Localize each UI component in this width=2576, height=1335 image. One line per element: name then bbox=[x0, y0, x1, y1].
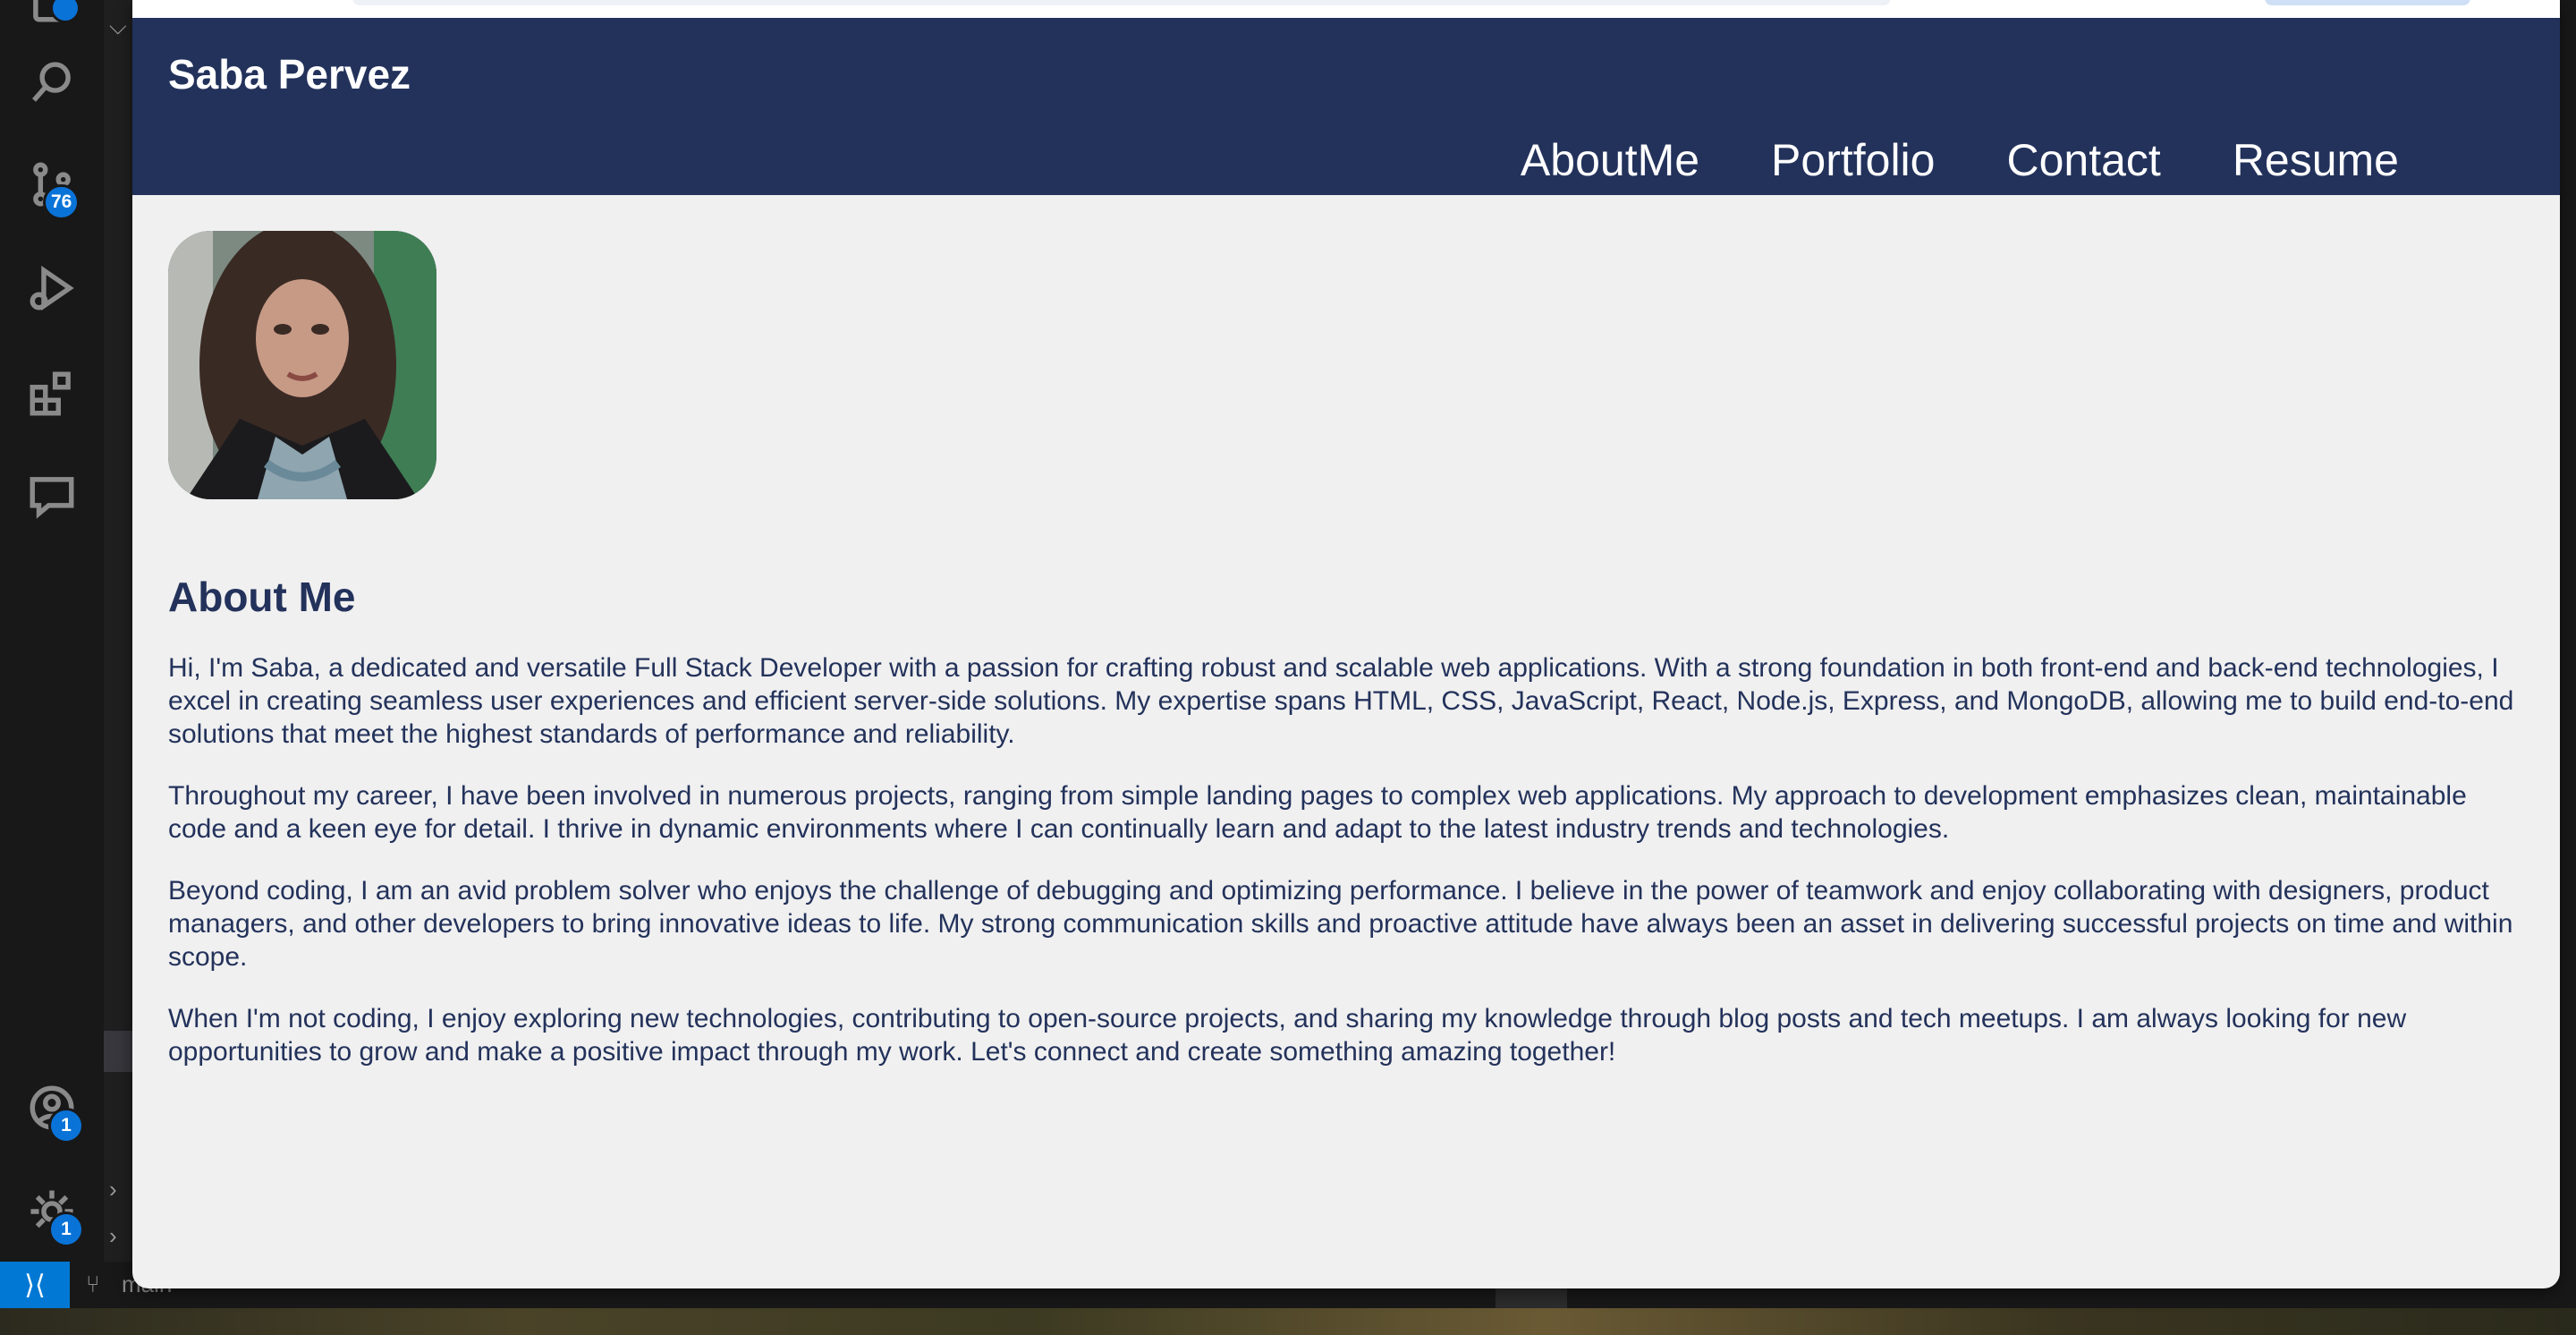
site-nav: AboutMe Portfolio Contact Resume bbox=[1521, 134, 2399, 186]
browser-toolbar bbox=[132, 0, 2560, 18]
about-heading: About Me bbox=[168, 574, 356, 620]
about-paragraph-2: Throughout my career, I have been involv… bbox=[168, 781, 2467, 844]
branch-icon[interactable]: ⑂ bbox=[86, 1271, 100, 1298]
activity-bar: 76 1 1 bbox=[0, 0, 104, 1262]
about-paragraph-1: Hi, I'm Saba, a dedicated and versatile … bbox=[168, 653, 2514, 749]
explorer-icon[interactable] bbox=[20, 0, 84, 32]
account-badge: 1 bbox=[48, 1108, 84, 1144]
remote-icon[interactable]: ⟩⟨ bbox=[0, 1262, 70, 1308]
site-brand[interactable]: Saba Pervez bbox=[168, 50, 411, 98]
extensions-icon[interactable] bbox=[20, 361, 84, 426]
desktop-wallpaper bbox=[0, 1308, 2576, 1335]
settings-badge: 1 bbox=[48, 1212, 84, 1247]
nav-link-resume[interactable]: Resume bbox=[2233, 134, 2399, 186]
browser-action-button[interactable] bbox=[2265, 0, 2470, 5]
about-paragraph-3: Beyond coding, I am an avid problem solv… bbox=[168, 876, 2513, 972]
editor-gutter bbox=[104, 0, 132, 1262]
chat-icon[interactable] bbox=[20, 463, 84, 528]
source-control-icon[interactable]: 76 bbox=[20, 152, 84, 220]
settings-gear-icon[interactable]: 1 bbox=[20, 1179, 84, 1247]
chevron-right-icon[interactable]: › bbox=[109, 1222, 117, 1250]
about-paragraph-4: When I'm not coding, I enjoy exploring n… bbox=[168, 1004, 2407, 1067]
nav-link-aboutme[interactable]: AboutMe bbox=[1521, 134, 1699, 186]
chevron-right-icon[interactable]: › bbox=[109, 1176, 117, 1203]
search-icon[interactable] bbox=[20, 50, 84, 115]
nav-link-portfolio[interactable]: Portfolio bbox=[1771, 134, 1935, 186]
gutter-selection bbox=[104, 1031, 132, 1072]
profile-photo bbox=[168, 231, 436, 499]
about-section: About Me Hi, I'm Saba, a dedicated and v… bbox=[168, 573, 2529, 1097]
nav-link-contact[interactable]: Contact bbox=[2006, 134, 2160, 186]
address-bar[interactable] bbox=[352, 0, 1891, 5]
run-debug-icon[interactable] bbox=[20, 256, 84, 320]
browser-preview-window: Saba Pervez AboutMe Portfolio Contact Re… bbox=[132, 0, 2560, 1288]
profile-photo-image bbox=[168, 231, 436, 499]
site-header: Saba Pervez AboutMe Portfolio Contact Re… bbox=[132, 18, 2560, 195]
source-control-badge: 76 bbox=[43, 184, 80, 220]
chevron-down-icon[interactable]: ⌵ bbox=[109, 13, 127, 41]
account-icon[interactable]: 1 bbox=[20, 1076, 84, 1144]
